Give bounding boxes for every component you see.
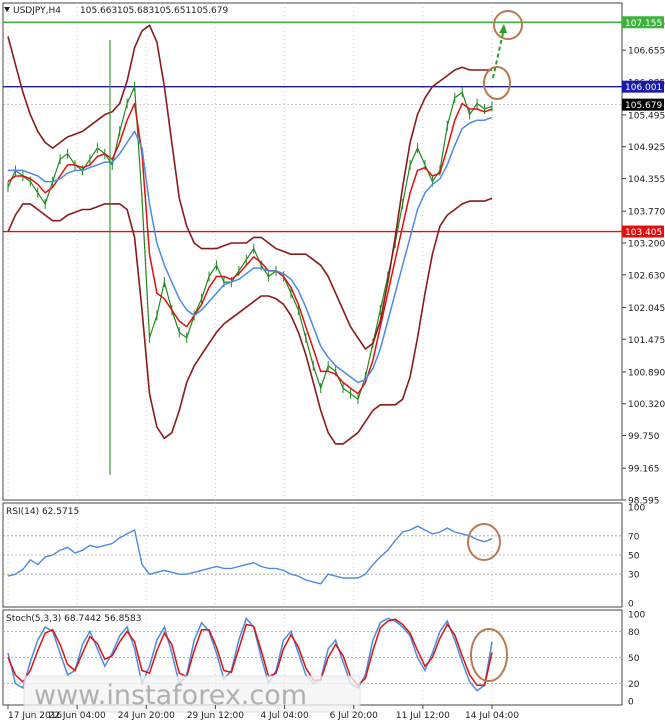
stoch-y-tick-label: 0 [628,698,634,708]
chart-title: USDJPY,H4 [13,6,61,16]
x-tick-label: 4 Jul 04:00 [260,711,309,721]
y-tick-label: 105.495 [628,111,665,121]
level-price-label: 107.155 [625,19,662,29]
y-tick-label: 104.355 [628,175,665,185]
rsi-title: RSI(14) 62.5715 [6,507,79,517]
x-tick-label: 6 Jul 20:00 [330,711,379,721]
y-tick-label: 102.630 [628,271,665,281]
stoch-y-tick-label: 80 [628,628,640,638]
ohlc-value: 105.663 [80,6,117,16]
rsi-y-tick-label: 30 [628,571,640,581]
stoch-y-tick-label: 20 [628,680,640,690]
stoch-title: Stoch(5,3,3) 68.7442 56.8583 [6,614,141,624]
ohlc-value: 105.679 [191,6,228,16]
x-tick-label: 11 Jul 12:00 [396,711,450,721]
y-tick-label: 102.045 [628,304,665,314]
stoch-y-tick-label: 50 [628,654,640,664]
rsi-y-tick-label: 50 [628,552,640,562]
watermark-text: www.instaforex.com [34,680,307,711]
level-price-label: 106.001 [625,83,662,93]
chart-canvas[interactable]: 107.155106.655106.085105.495104.925104.3… [0,0,665,724]
y-tick-label: 99.750 [628,432,660,442]
x-tick-label: 22 Jun 04:00 [49,711,106,721]
rsi-y-tick-label: 0 [628,600,634,610]
stoch-y-tick-label: 100 [628,611,645,621]
y-tick-label: 104.925 [628,143,665,153]
x-tick-label: 29 Jun 12:00 [187,711,244,721]
y-tick-label: 106.655 [628,47,665,57]
y-tick-label: 101.475 [628,336,665,346]
rsi-y-tick-label: 70 [628,532,640,542]
y-tick-label: 99.165 [628,465,660,475]
x-tick-label: 14 Jul 04:00 [465,711,519,721]
watermark: www.instaforex.com [23,675,361,713]
y-tick-label: 103.770 [628,208,665,218]
pane-frame-0[interactable] [2,2,623,501]
rsi-y-tick-label: 100 [628,504,645,514]
ohlc-value: 105.683 [117,6,154,16]
chart-window[interactable]: 107.155106.655106.085105.495104.925104.3… [0,0,665,724]
y-tick-label: 103.200 [628,239,665,249]
level-price-label: 103.405 [625,228,662,238]
x-tick-label: 24 Jun 20:00 [118,711,175,721]
ohlc-value: 105.651 [154,6,191,16]
y-tick-label: 100.320 [628,400,665,410]
y-tick-label: 100.890 [628,368,665,378]
current-price-label: 105.679 [625,101,662,111]
